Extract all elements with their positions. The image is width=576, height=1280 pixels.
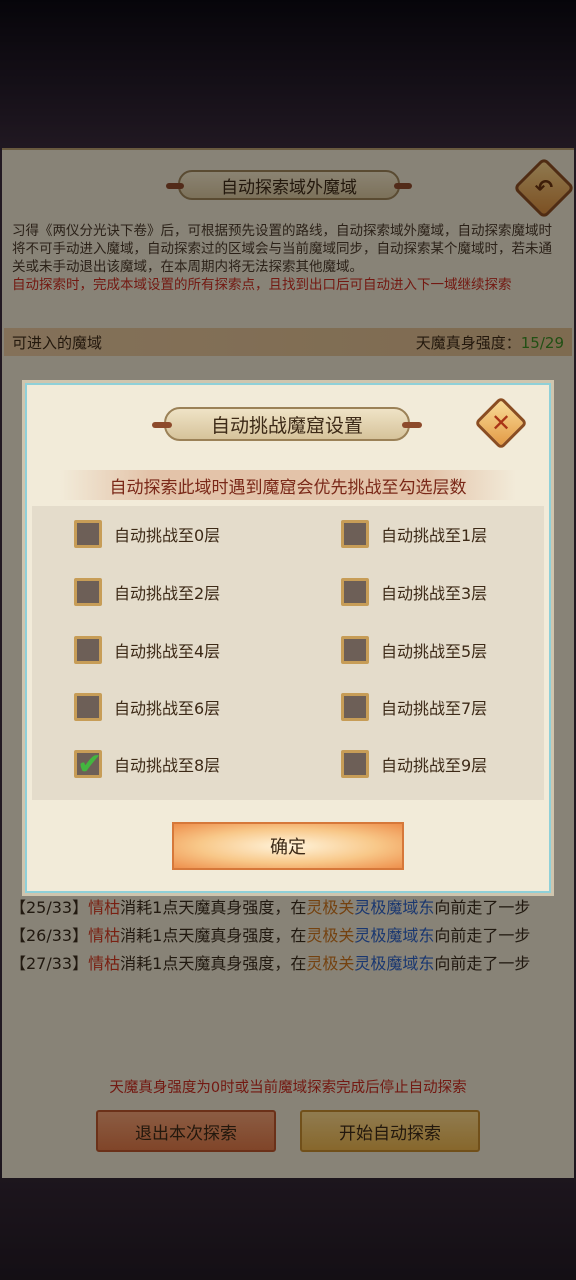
checkbox[interactable] [341, 636, 369, 664]
option-floor-2[interactable]: 自动挑战至2层 [74, 576, 220, 608]
checkbox[interactable] [74, 578, 102, 606]
option-label: 自动挑战至9层 [381, 756, 488, 775]
option-floor-6[interactable]: 自动挑战至6层 [74, 691, 220, 723]
option-floor-7[interactable]: 自动挑战至7层 [341, 691, 487, 723]
checkbox[interactable] [341, 750, 369, 778]
option-floor-5[interactable]: 自动挑战至5层 [341, 634, 487, 666]
option-floor-9[interactable]: 自动挑战至9层 [341, 748, 487, 780]
checkbox[interactable] [74, 520, 102, 548]
checkbox[interactable] [341, 578, 369, 606]
option-floor-0[interactable]: 自动挑战至0层 [74, 518, 220, 550]
modal-title: 自动挑战魔窟设置 [152, 407, 422, 441]
close-x-icon: ✕ [490, 409, 512, 437]
option-label: 自动挑战至5层 [381, 642, 488, 661]
checkbox-checked[interactable] [74, 747, 102, 782]
option-label: 自动挑战至3层 [381, 584, 488, 603]
option-label: 自动挑战至7层 [381, 699, 488, 718]
confirm-button[interactable]: 确定 [172, 822, 404, 870]
option-label: 自动挑战至8层 [114, 756, 221, 775]
checkbox[interactable] [341, 520, 369, 548]
option-label: 自动挑战至6层 [114, 699, 221, 718]
option-floor-1[interactable]: 自动挑战至1层 [341, 518, 487, 550]
option-floor-8[interactable]: 自动挑战至8层 [74, 747, 221, 782]
option-label: 自动挑战至4层 [114, 642, 221, 661]
option-label: 自动挑战至0层 [114, 526, 221, 545]
option-floor-3[interactable]: 自动挑战至3层 [341, 576, 487, 608]
option-label: 自动挑战至2层 [114, 584, 221, 603]
checkbox[interactable] [74, 636, 102, 664]
checkbox[interactable] [341, 693, 369, 721]
checkbox[interactable] [74, 693, 102, 721]
option-label: 自动挑战至1层 [381, 526, 488, 545]
modal-subtitle: 自动探索此域时遇到魔窟会优先挑战至勾选层数 [60, 470, 516, 500]
option-floor-4[interactable]: 自动挑战至4层 [74, 634, 220, 666]
